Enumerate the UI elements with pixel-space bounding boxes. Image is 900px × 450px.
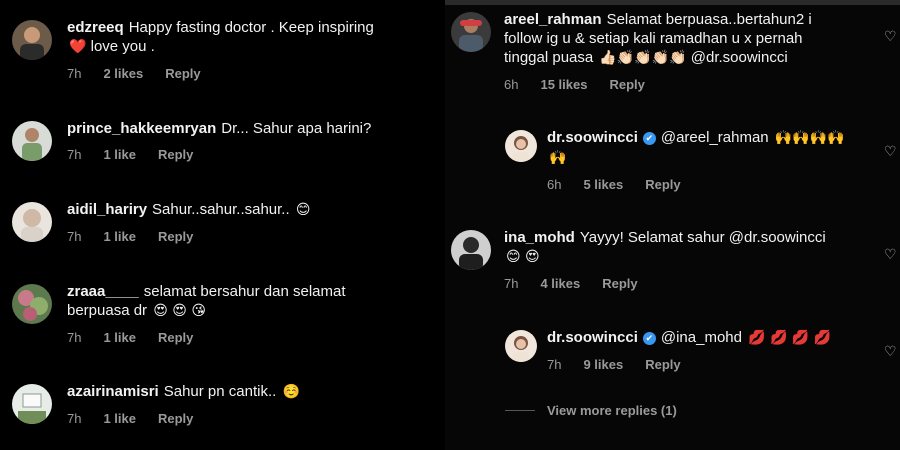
avatar[interactable] xyxy=(505,130,537,162)
right-comments-panel: areel_rahman Selamat berpuasa..bertahun2 … xyxy=(445,0,900,450)
comment-username[interactable]: aidil_hariry xyxy=(67,201,147,218)
comment-likes[interactable]: 15 likes xyxy=(540,77,587,92)
mention-link[interactable]: @areel_rahman xyxy=(661,129,769,146)
reply-button[interactable]: Reply xyxy=(165,66,200,81)
reply-button[interactable]: Reply xyxy=(645,357,680,372)
comment-time: 6h xyxy=(504,77,519,92)
comment-time: 7h xyxy=(547,357,562,372)
divider-line xyxy=(505,410,535,411)
comment-likes[interactable]: 2 likes xyxy=(103,66,143,81)
comment-text: Sahur..sahur..sahur.. xyxy=(152,201,290,218)
comment-time: 7h xyxy=(67,411,82,426)
top-bar xyxy=(445,0,900,5)
comment-likes[interactable]: 5 likes xyxy=(583,177,623,192)
comment-text-line3: tinggal puasa xyxy=(504,49,594,66)
avatar[interactable] xyxy=(451,12,491,52)
emoji-group: 👍🏻👏🏻👏🏻👏🏻👏🏻 xyxy=(599,50,687,66)
comment-username[interactable]: edzreeq xyxy=(67,19,124,36)
comment-time: 7h xyxy=(504,276,519,291)
comment-likes[interactable]: 4 likes xyxy=(540,276,580,291)
heart-outline-icon[interactable]: ♡ xyxy=(884,248,898,262)
comment-likes[interactable]: 1 like xyxy=(103,147,136,162)
comment-username[interactable]: dr.soowincci xyxy=(547,129,638,146)
comment-username[interactable]: prince_hakkeemryan xyxy=(67,120,216,137)
heart-outline-icon[interactable]: ♡ xyxy=(884,30,898,44)
avatar[interactable] xyxy=(12,20,52,60)
comment-body: edzreeq Happy fasting doctor . Keep inspi… xyxy=(67,18,427,81)
avatar[interactable] xyxy=(451,230,491,270)
comment-body: dr.soowincci ✔ @ina_mohd 💋 💋 💋 💋 7h 9 likes… xyxy=(547,328,867,372)
kiss-emoji-group: 💋 💋 💋 💋 xyxy=(748,330,832,346)
verified-badge-icon: ✔ xyxy=(642,132,656,145)
mention-link[interactable]: @dr.soowincci xyxy=(691,49,788,66)
heart-emoji: ❤️ xyxy=(69,39,87,55)
comment-likes[interactable]: 1 like xyxy=(103,330,136,345)
comment-text: Selamat berpuasa..bertahun2 i xyxy=(606,11,812,28)
comment-likes[interactable]: 1 like xyxy=(103,229,136,244)
raised-hands-emoji-2: 🙌 xyxy=(549,150,567,166)
reply-button[interactable]: Reply xyxy=(158,411,193,426)
comment-likes[interactable]: 1 like xyxy=(103,411,136,426)
raised-hands-emoji: 🙌🙌🙌🙌 xyxy=(774,130,845,146)
heart-outline-icon[interactable]: ♡ xyxy=(884,345,898,359)
comment-text: Happy fasting doctor . Keep inspiring xyxy=(128,19,374,36)
blush-emoji: ☺️ xyxy=(282,384,300,400)
reply-button[interactable]: Reply xyxy=(158,229,193,244)
left-comments-panel: edzreeq Happy fasting doctor . Keep inspi… xyxy=(0,0,430,450)
comment-text-line2: follow ig u & setiap kali ramadhan u x p… xyxy=(504,30,803,47)
emoji-group: 😊 😍 xyxy=(506,249,540,265)
comment-text: Yayyy! Selamat sahur @dr.soowincci xyxy=(579,229,826,246)
verified-badge-icon: ✔ xyxy=(642,332,656,345)
reply-button[interactable]: Reply xyxy=(645,177,680,192)
emoji-group: 😍 😍 😘 xyxy=(153,303,206,319)
comment-username[interactable]: ina_mohd xyxy=(504,229,575,246)
comment-time: 7h xyxy=(67,66,82,81)
avatar[interactable] xyxy=(12,121,52,161)
comment-text: Sahur pn cantik.. xyxy=(163,383,277,400)
comment-body: zraaa____ selamat bersahur dan selamat ber… xyxy=(67,282,427,345)
avatar[interactable] xyxy=(505,330,537,362)
comment-body: ina_mohd Yayyy! Selamat sahur @dr.soowinc… xyxy=(504,228,874,291)
comment-text-line2: love you . xyxy=(90,38,155,55)
comment-likes[interactable]: 9 likes xyxy=(583,357,623,372)
comment-body: dr.soowincci ✔ @areel_rahman 🙌🙌🙌🙌 🙌 6h 5 lik… xyxy=(547,128,867,192)
comment-time: 7h xyxy=(67,147,82,162)
comment-text: Dr... Sahur apa harini? xyxy=(221,120,372,137)
reply-button[interactable]: Reply xyxy=(158,147,193,162)
comment-text: selamat bersahur dan selamat xyxy=(143,283,346,300)
comment-time: 7h xyxy=(67,229,82,244)
comment-body: azairinamisri Sahur pn cantik.. ☺️ 7h 1 li… xyxy=(67,382,427,426)
view-more-replies-button[interactable]: View more replies (1) xyxy=(505,403,677,418)
comment-body: areel_rahman Selamat berpuasa..bertahun2 … xyxy=(504,10,874,92)
comment-body: prince_hakkeemryan Dr... Sahur apa harini… xyxy=(67,119,427,162)
comment-time: 6h xyxy=(547,177,562,192)
comment-username[interactable]: areel_rahman xyxy=(504,11,602,28)
heart-outline-icon[interactable]: ♡ xyxy=(884,145,898,159)
comment-username[interactable]: dr.soowincci xyxy=(547,329,638,346)
comment-text-line2: berpuasa dr xyxy=(67,302,148,319)
avatar[interactable] xyxy=(12,284,52,324)
view-more-label: View more replies (1) xyxy=(547,403,677,418)
comment-username[interactable]: zraaa____ xyxy=(67,283,139,300)
comment-time: 7h xyxy=(67,330,82,345)
comment-username[interactable]: azairinamisri xyxy=(67,383,159,400)
smile-emoji: 😊 xyxy=(295,202,311,218)
avatar[interactable] xyxy=(12,202,52,242)
reply-button[interactable]: Reply xyxy=(602,276,637,291)
reply-button[interactable]: Reply xyxy=(158,330,193,345)
reply-button[interactable]: Reply xyxy=(609,77,644,92)
avatar[interactable] xyxy=(12,384,52,424)
mention-link[interactable]: @ina_mohd xyxy=(661,329,742,346)
comment-body: aidil_hariry Sahur..sahur..sahur.. 😊 7h 1 … xyxy=(67,200,427,244)
